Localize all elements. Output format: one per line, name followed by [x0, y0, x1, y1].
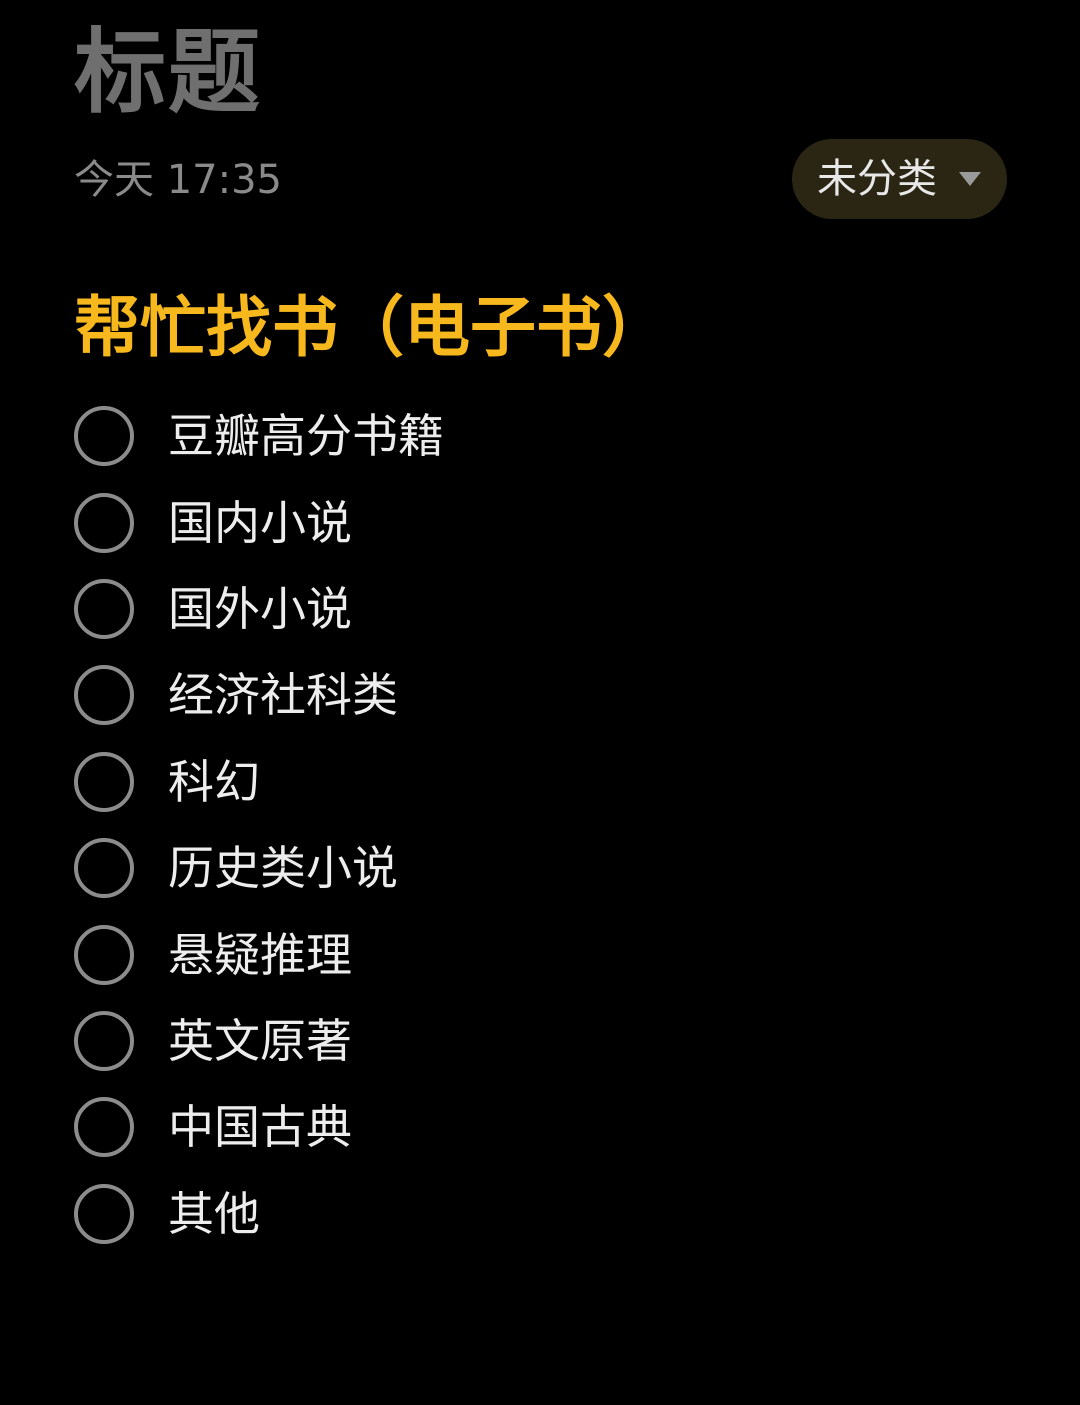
checklist-item[interactable]: 悬疑推理: [74, 911, 444, 997]
checklist-item-label[interactable]: 国内小说: [168, 493, 352, 553]
section-heading[interactable]: 帮忙找书（电子书）: [74, 286, 668, 370]
checkbox-circle-icon[interactable]: [74, 924, 134, 985]
checklist-item[interactable]: 英文原著: [74, 998, 444, 1084]
checklist-item[interactable]: 历史类小说: [74, 825, 444, 911]
checklist-item-label[interactable]: 其他: [168, 1184, 260, 1244]
checkbox-circle-icon[interactable]: [74, 406, 134, 467]
category-label: 未分类: [817, 156, 937, 202]
checklist-item[interactable]: 国外小说: [74, 566, 444, 652]
checkbox-circle-icon[interactable]: [74, 578, 134, 639]
checkbox-circle-icon[interactable]: [74, 492, 134, 553]
checklist-item[interactable]: 其他: [74, 1171, 444, 1257]
checkbox-circle-icon[interactable]: [74, 1183, 134, 1244]
checklist-item[interactable]: 中国古典: [74, 1084, 444, 1170]
checklist-item-label[interactable]: 科幻: [168, 752, 260, 812]
checklist-item[interactable]: 国内小说: [74, 479, 444, 565]
checklist-item-label[interactable]: 中国古典: [168, 1097, 352, 1157]
checklist-item[interactable]: 科幻: [74, 739, 444, 825]
checklist-item[interactable]: 豆瓣高分书籍: [74, 393, 444, 479]
checklist-item[interactable]: 经济社科类: [74, 652, 444, 738]
checklist-item-label[interactable]: 经济社科类: [168, 665, 398, 725]
checkbox-circle-icon[interactable]: [74, 665, 134, 726]
checklist-item-label[interactable]: 历史类小说: [168, 838, 398, 898]
note-title[interactable]: 标题: [74, 18, 262, 128]
note-date: 今天 17:35: [74, 157, 282, 203]
checkbox-circle-icon[interactable]: [74, 838, 134, 899]
checklist: 豆瓣高分书籍 国内小说 国外小说 经济社科类 科幻 历史类小说 悬疑推理 英文原…: [74, 393, 444, 1257]
checklist-item-label[interactable]: 英文原著: [168, 1011, 352, 1071]
checkbox-circle-icon[interactable]: [74, 1097, 134, 1158]
checklist-item-label[interactable]: 国外小说: [168, 579, 352, 639]
checklist-item-label[interactable]: 悬疑推理: [168, 925, 352, 985]
category-dropdown-button[interactable]: 未分类: [792, 139, 1007, 219]
checkbox-circle-icon[interactable]: [74, 751, 134, 812]
chevron-down-icon: [959, 172, 981, 186]
checkbox-circle-icon[interactable]: [74, 1010, 134, 1071]
checklist-item-label[interactable]: 豆瓣高分书籍: [168, 406, 444, 466]
